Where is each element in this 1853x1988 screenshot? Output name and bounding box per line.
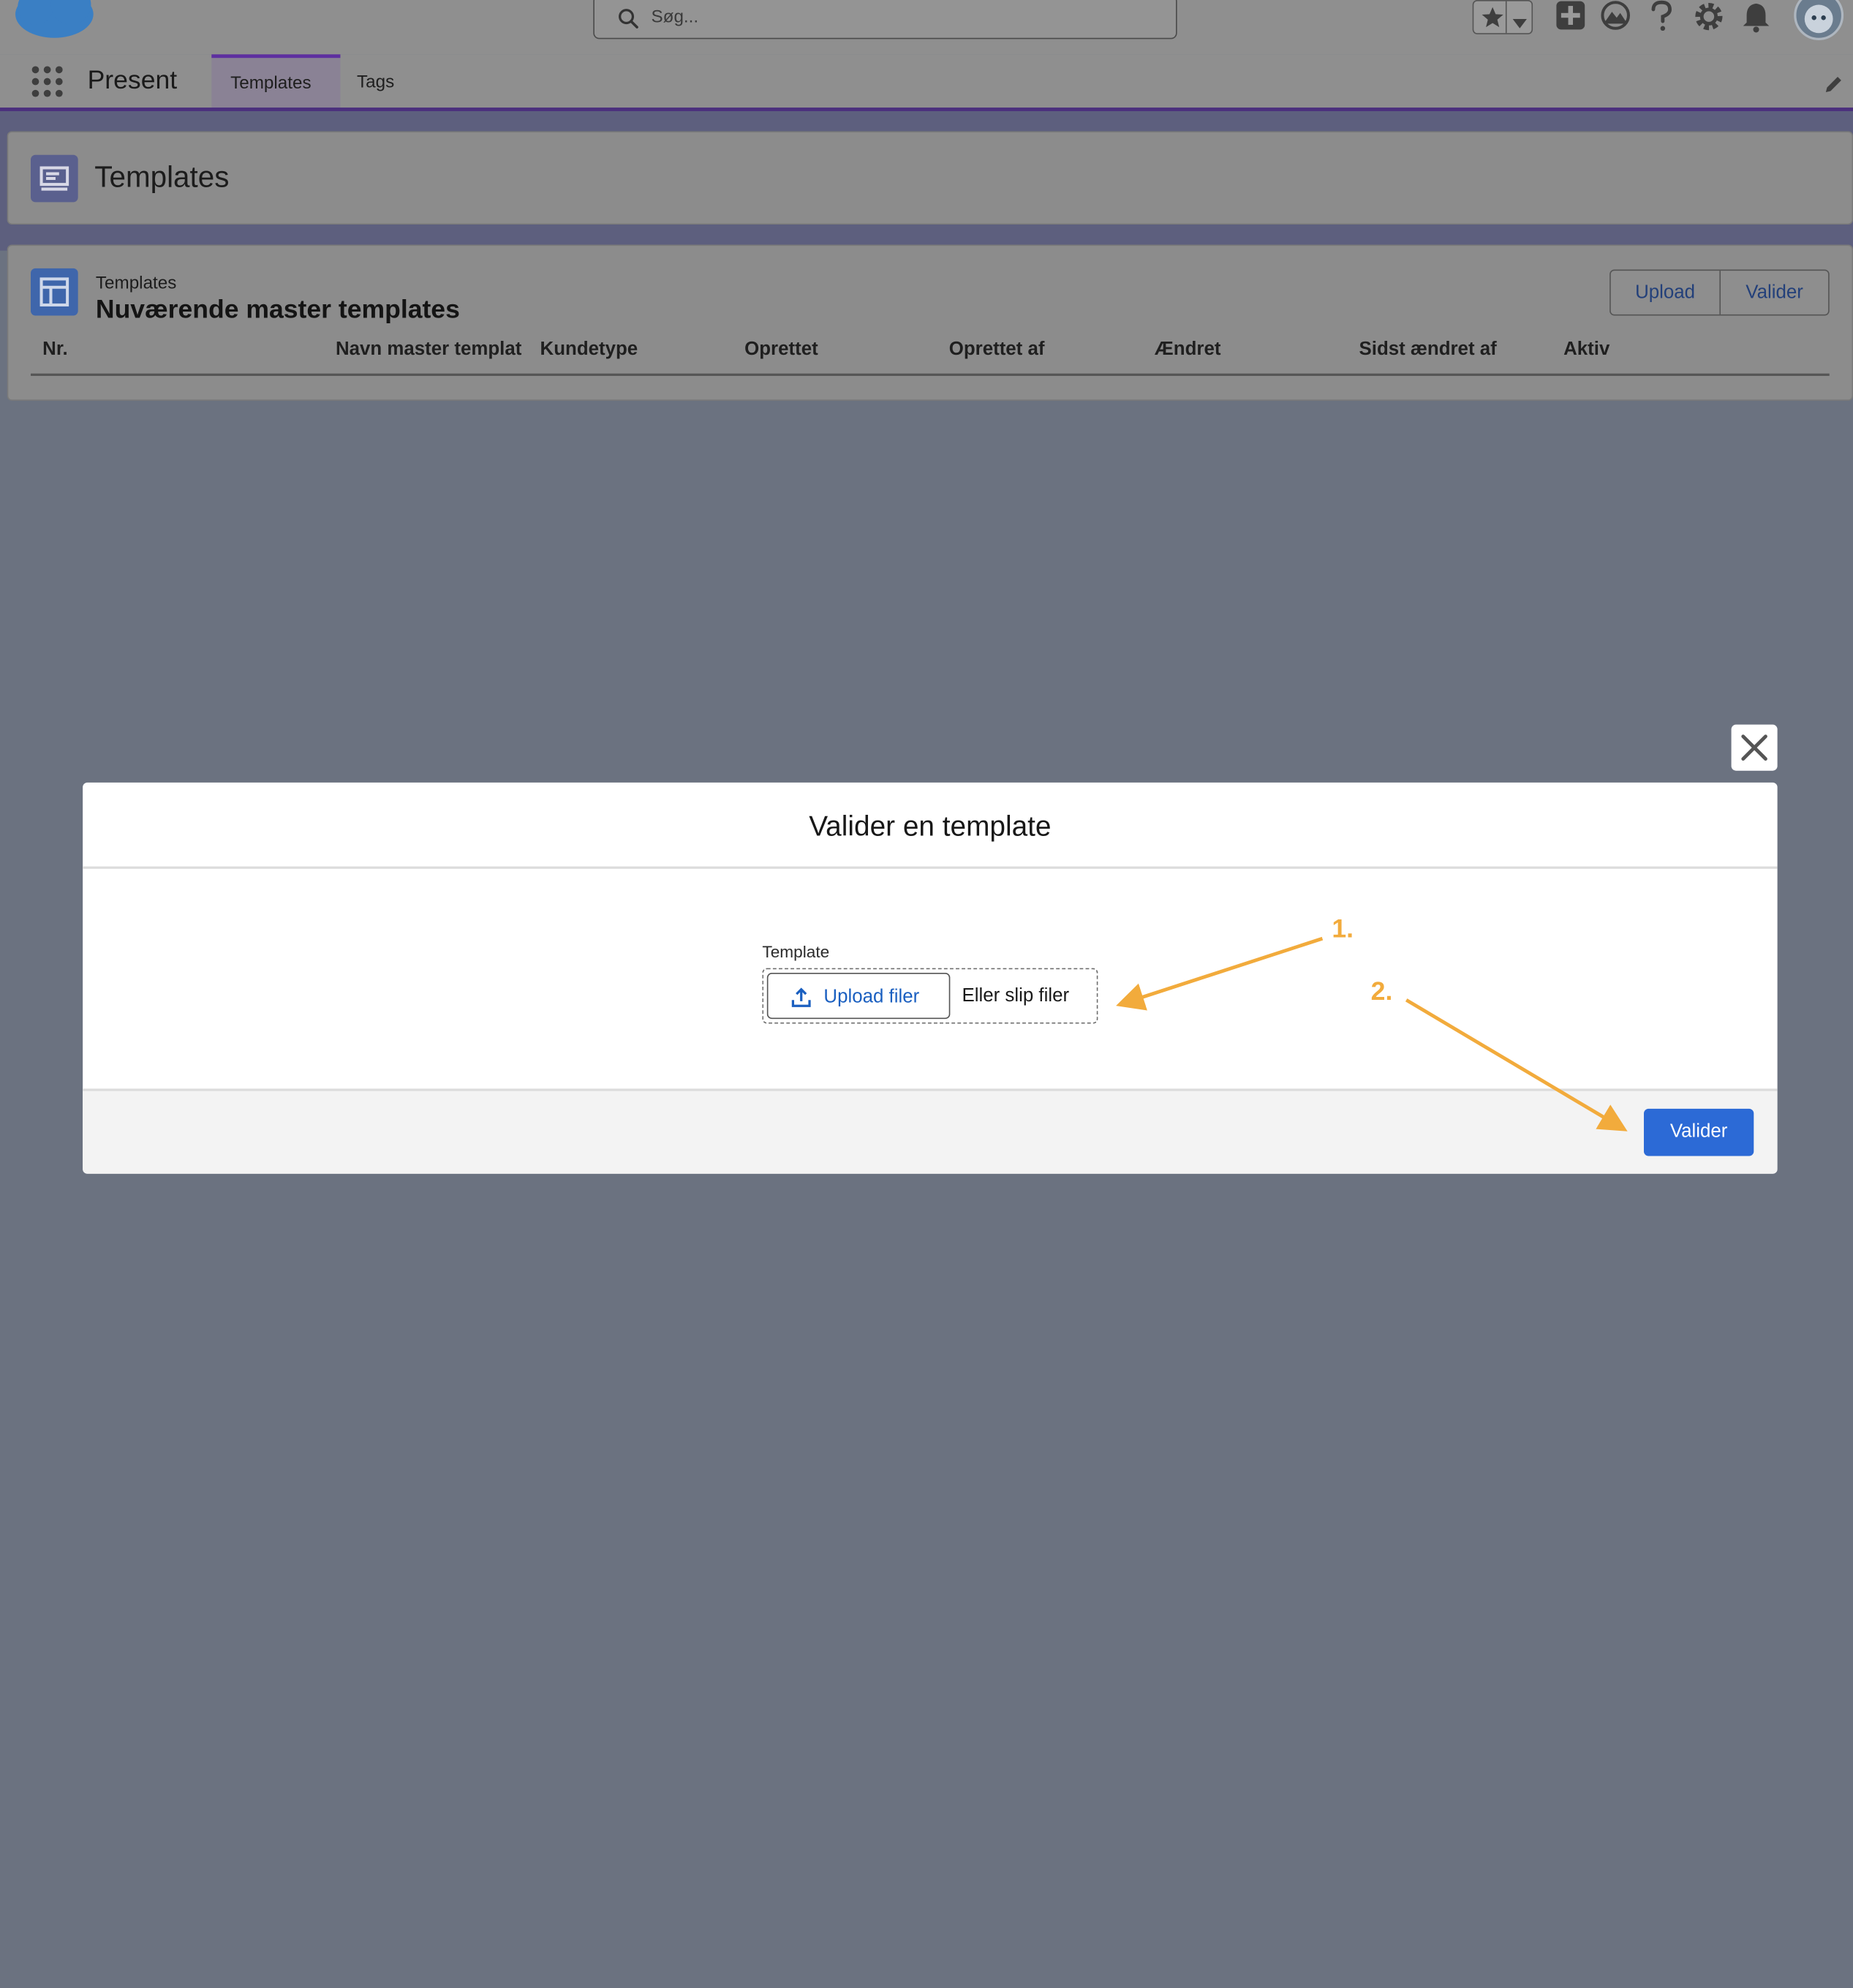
annotation-arrows bbox=[1116, 936, 1628, 1132]
arrow-to-validate bbox=[1405, 998, 1628, 1132]
arrow-to-dropzone bbox=[1116, 936, 1324, 1011]
